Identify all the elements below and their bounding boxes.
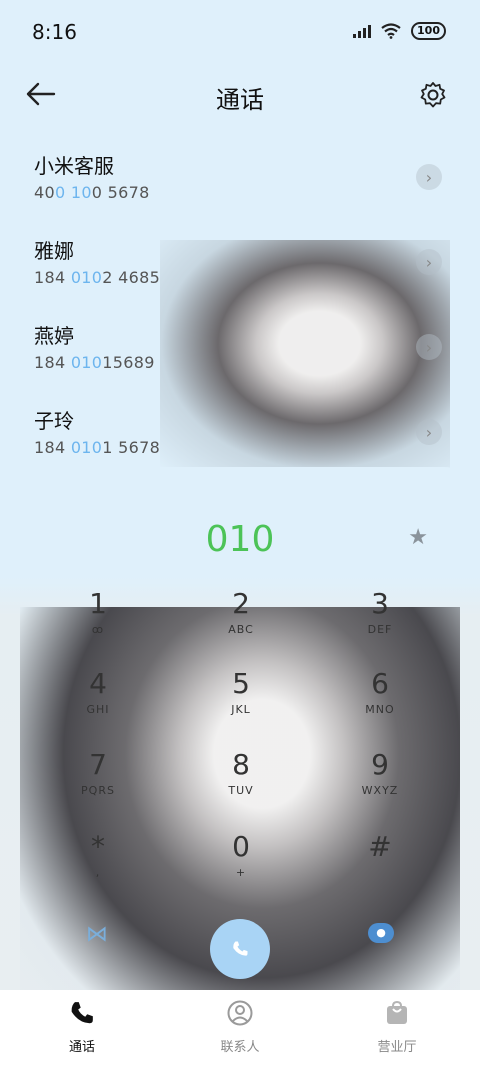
status-bar: 8:16 100 bbox=[0, 0, 480, 68]
dial-key-8[interactable]: 8 TUV bbox=[171, 748, 311, 818]
bow-decoration-icon: ⋈ bbox=[86, 922, 108, 947]
phone-number: 184 0101 5678 bbox=[34, 438, 161, 457]
signal-icon bbox=[353, 24, 372, 38]
dial-key-7[interactable]: 7 PQRS bbox=[28, 748, 168, 818]
dial-key-star[interactable]: *, bbox=[28, 830, 168, 900]
recent-call-item[interactable]: 小米客服 400 100 5678 › bbox=[34, 150, 454, 220]
dial-key-1[interactable]: 1ꝏ bbox=[28, 587, 168, 657]
contact-name: 子玲 bbox=[34, 409, 74, 433]
tab-label: 营业厅 bbox=[377, 1040, 417, 1055]
battery-indicator: 100 bbox=[411, 22, 446, 40]
tab-service-hall[interactable]: 营业厅 bbox=[347, 1000, 447, 1055]
contact-name: 雅娜 bbox=[34, 239, 74, 263]
recent-call-item[interactable]: 燕婷 184 01015689 › bbox=[34, 320, 454, 390]
bottom-nav: 通话 联系人 营业厅 bbox=[0, 990, 480, 1067]
dial-key-hash[interactable]: # bbox=[310, 830, 450, 900]
dial-key-5[interactable]: 5 JKL bbox=[171, 667, 311, 737]
dial-key-3[interactable]: 3 DEF bbox=[310, 587, 450, 657]
dial-key-6[interactable]: 6 MNO bbox=[310, 667, 450, 737]
dial-key-2[interactable]: 2 ABC bbox=[171, 587, 311, 657]
phone-number: 400 100 5678 bbox=[34, 183, 150, 202]
chevron-right-icon[interactable]: › bbox=[416, 334, 442, 360]
contact-name: 燕婷 bbox=[34, 324, 74, 348]
tab-contacts[interactable]: 联系人 bbox=[190, 1000, 290, 1055]
phone-number: 184 01015689 bbox=[34, 353, 155, 372]
tab-calls[interactable]: 通话 bbox=[32, 1000, 132, 1055]
tab-label: 通话 bbox=[68, 1040, 95, 1055]
status-time: 8:16 bbox=[32, 20, 77, 44]
recent-call-item[interactable]: 子玲 184 0101 5678 › bbox=[34, 405, 454, 475]
chevron-right-icon[interactable]: › bbox=[416, 249, 442, 275]
phone-call-icon bbox=[233, 941, 248, 956]
contact-name: 小米客服 bbox=[34, 154, 114, 178]
dial-key-4[interactable]: 4 GHI bbox=[28, 667, 168, 737]
recent-call-item[interactable]: 雅娜 184 0102 4685 › bbox=[34, 235, 454, 305]
tab-label: 联系人 bbox=[220, 1040, 260, 1055]
call-button[interactable] bbox=[210, 919, 270, 979]
bag-icon bbox=[387, 1000, 407, 1024]
favorite-star-icon[interactable]: ★ bbox=[408, 525, 428, 550]
gear-icon[interactable] bbox=[418, 80, 448, 110]
dialpad-panel: 010 ★ 1ꝏ 2 ABC 3 DEF 4 GHI 5 JKL 6 MNO 7 PQRS … bbox=[0, 467, 480, 1067]
chevron-right-icon[interactable]: › bbox=[416, 164, 442, 190]
phone-icon bbox=[71, 1002, 93, 1024]
person-icon bbox=[227, 1000, 253, 1026]
paw-button-icon[interactable]: ● bbox=[368, 923, 394, 943]
page-title: 通话 bbox=[216, 86, 264, 114]
wifi-icon bbox=[381, 23, 401, 39]
status-icons: 100 bbox=[353, 22, 446, 40]
phone-number: 184 0102 4685 bbox=[34, 268, 161, 287]
dial-key-9[interactable]: 9 WXYZ bbox=[310, 748, 450, 818]
dial-key-0[interactable]: 0 + bbox=[171, 830, 311, 900]
chevron-right-icon[interactable]: › bbox=[416, 419, 442, 445]
header: 通话 bbox=[0, 70, 480, 120]
